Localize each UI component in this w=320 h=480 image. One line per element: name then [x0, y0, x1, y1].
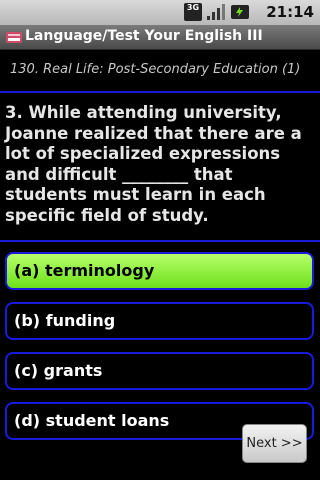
network-type-label: 3G	[186, 3, 200, 12]
network-3g-icon: 3G	[184, 3, 202, 21]
answer-option-c[interactable]: (c) grants	[5, 352, 314, 390]
answer-option-a[interactable]: (a) terminology	[5, 252, 314, 290]
answer-option-b[interactable]: (b) funding	[5, 302, 314, 340]
lesson-subtitle: 130. Real Life: Post-Secondary Education…	[10, 62, 301, 77]
divider-bottom	[0, 240, 320, 242]
app-screen: 3G 21:14 Language/Test Your English III …	[0, 0, 320, 480]
status-bar: 3G 21:14	[0, 0, 320, 25]
answer-label: (c) grants	[14, 361, 103, 380]
question-text: 3. While attending university, Joanne re…	[5, 103, 302, 225]
app-book-icon	[6, 32, 22, 43]
divider-top	[0, 91, 320, 93]
clock: 21:14	[266, 3, 314, 21]
answer-label: (d) student loans	[14, 411, 170, 430]
answer-label: (a) terminology	[14, 261, 155, 280]
answer-label: (b) funding	[14, 311, 116, 330]
battery-charging-icon	[231, 5, 249, 19]
app-title: Language/Test Your English III	[25, 28, 263, 44]
status-icons: 3G	[184, 3, 250, 21]
signal-strength-icon	[207, 4, 225, 20]
title-bar: Language/Test Your English III	[0, 25, 320, 50]
next-button[interactable]: Next >>	[242, 424, 307, 463]
